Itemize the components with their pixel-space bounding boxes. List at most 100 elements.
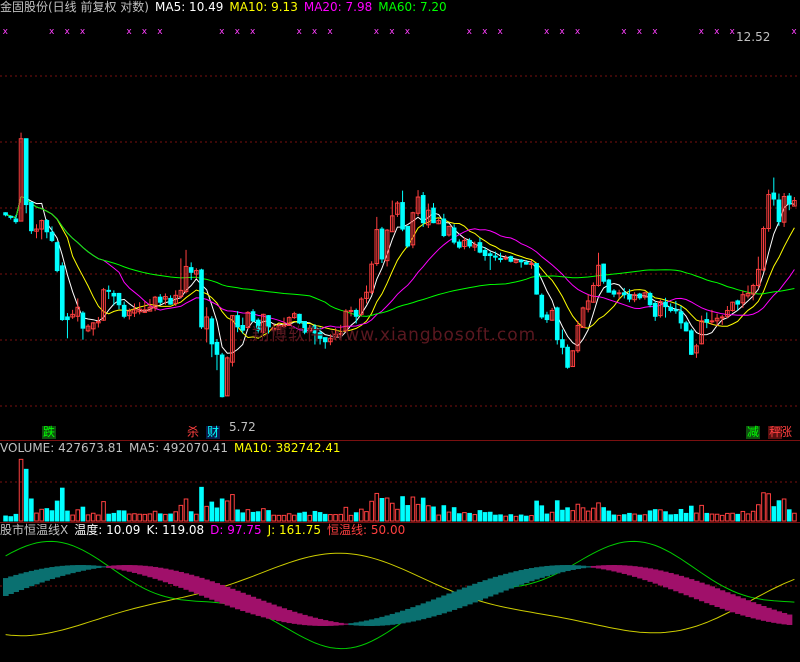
indicator-ribbon: [152, 566, 159, 579]
candle-body: [776, 199, 782, 223]
volume-bar: [415, 503, 421, 522]
candle-body: [111, 292, 117, 297]
indicator-ribbon: [786, 614, 793, 625]
indicator-ribbon: [255, 598, 262, 616]
volume-bar: [173, 511, 179, 522]
indicator-green-line: [5, 540, 795, 650]
indicator-ribbon: [415, 605, 422, 621]
volume-bar: [493, 514, 498, 522]
indicator-ribbon: [286, 610, 293, 624]
indicator-ribbon: [673, 574, 679, 592]
indicator-ribbon: [100, 566, 107, 568]
indicator-ribbon: [214, 583, 221, 602]
marker-x: x: [374, 27, 380, 37]
volume-bar: [116, 510, 122, 522]
stock-title: 金固股份(日线 前复权 对数): [0, 0, 149, 14]
volume-bar: [529, 515, 534, 522]
signal-sha-badge: 杀: [187, 425, 200, 439]
signal-cai-badge: 财: [206, 425, 221, 439]
indicator-ribbon: [23, 572, 30, 589]
volume-bar: [560, 509, 565, 522]
volume-bar: [683, 512, 689, 522]
indicator-ribbon: [611, 565, 618, 572]
volume-bar: [606, 510, 612, 522]
candle-body: [477, 242, 483, 253]
candle-body: [240, 324, 246, 331]
volume-bar: [534, 500, 539, 522]
indicator-ribbon: [570, 565, 576, 570]
candle-body: [65, 316, 70, 321]
marker-x: x: [219, 27, 225, 37]
volume-bar: [307, 514, 313, 522]
volume-bar: [80, 506, 86, 522]
candle-body: [627, 294, 632, 300]
volume-bar: [405, 505, 411, 522]
volume-bar: [271, 514, 276, 522]
volume-bar: [482, 512, 488, 522]
marker-x: x: [482, 27, 488, 37]
volume-bar: [374, 492, 380, 522]
indicator-ribbon: [209, 581, 215, 600]
volume-bar: [498, 514, 503, 522]
candle-body: [451, 227, 457, 243]
volume-bar: [29, 498, 34, 522]
indicator-ribbon: [683, 577, 690, 596]
indicator-ribbon: [178, 571, 184, 588]
indicator-ribbon: [95, 565, 102, 569]
volume-bar: [524, 515, 529, 522]
k-label: K: 119.08: [146, 523, 205, 537]
indicator-ribbon: [260, 600, 267, 618]
indicator-ribbon: [13, 574, 19, 593]
signal-jian-badge: 减: [746, 425, 761, 439]
indicator-ribbon: [271, 604, 277, 620]
volume-bar: [286, 513, 292, 522]
indicator-ribbon: [240, 592, 246, 612]
volume-bar: [709, 513, 715, 522]
volume-bar: [663, 511, 668, 522]
indicator-ribbon: [461, 587, 468, 607]
volume-bar: [745, 513, 751, 522]
marker-x: x: [498, 27, 504, 37]
volume-bar: [44, 508, 50, 522]
volume-bar: [369, 500, 374, 522]
volume-bar: [756, 504, 761, 522]
volume-bar: [168, 513, 173, 522]
indicator-ribbon: [528, 568, 535, 582]
volume-bar: [302, 511, 307, 522]
indicator-ribbon: [518, 570, 525, 585]
indicator-ribbon: [704, 584, 710, 604]
indicator-ribbon: [585, 566, 592, 568]
volume-bar: [152, 510, 158, 522]
volume-bar: [456, 513, 462, 522]
volume-bar: [209, 501, 215, 522]
marker-x: x: [652, 27, 658, 37]
indicator-ribbon: [534, 567, 540, 580]
marker-x: x: [3, 27, 9, 37]
indicator-ribbon: [709, 586, 716, 606]
candle-body: [405, 225, 411, 247]
volume-bar: [183, 498, 189, 522]
indicator-ribbon: [750, 602, 757, 619]
marker-x: x: [714, 27, 720, 37]
indicator-ribbon: [276, 606, 282, 622]
volume-bar: [673, 514, 679, 522]
indicator-ribbon: [70, 565, 76, 574]
volume-bar: [338, 513, 344, 522]
volume-bar: [240, 512, 246, 522]
candle-body: [637, 293, 643, 299]
indicator-ribbon: [647, 568, 654, 582]
indicator-ribbon: [616, 565, 623, 573]
indicator-ribbon: [265, 602, 272, 619]
indicator-ribbon: [626, 565, 633, 576]
volume-bar: [255, 511, 261, 522]
candle-body: [8, 215, 14, 218]
candle-body: [678, 311, 684, 324]
indicator-ribbon: [219, 584, 226, 604]
indicator-ribbon: [492, 576, 499, 595]
indicator-ribbon: [559, 565, 566, 573]
volume-bar: [235, 509, 240, 522]
candle-body: [482, 249, 488, 257]
indicator-ribbon: [188, 574, 195, 592]
indicator-ribbon: [735, 596, 741, 614]
volume-bar: [694, 512, 699, 522]
